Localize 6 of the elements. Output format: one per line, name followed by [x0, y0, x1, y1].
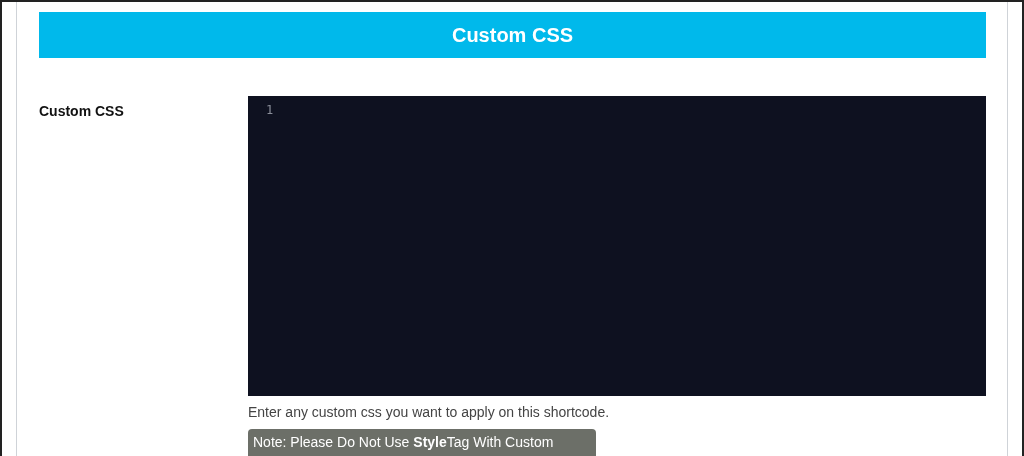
field-label: Custom CSS [39, 102, 125, 121]
note-box: Note: Please Do Not Use StyleTag With Custom [248, 429, 596, 456]
section-header: Custom CSS [39, 12, 986, 58]
code-editor[interactable]: 1 [248, 96, 986, 396]
line-number: 1 [266, 103, 274, 117]
help-text: Enter any custom css you want to apply on this shortcode. [248, 404, 611, 420]
